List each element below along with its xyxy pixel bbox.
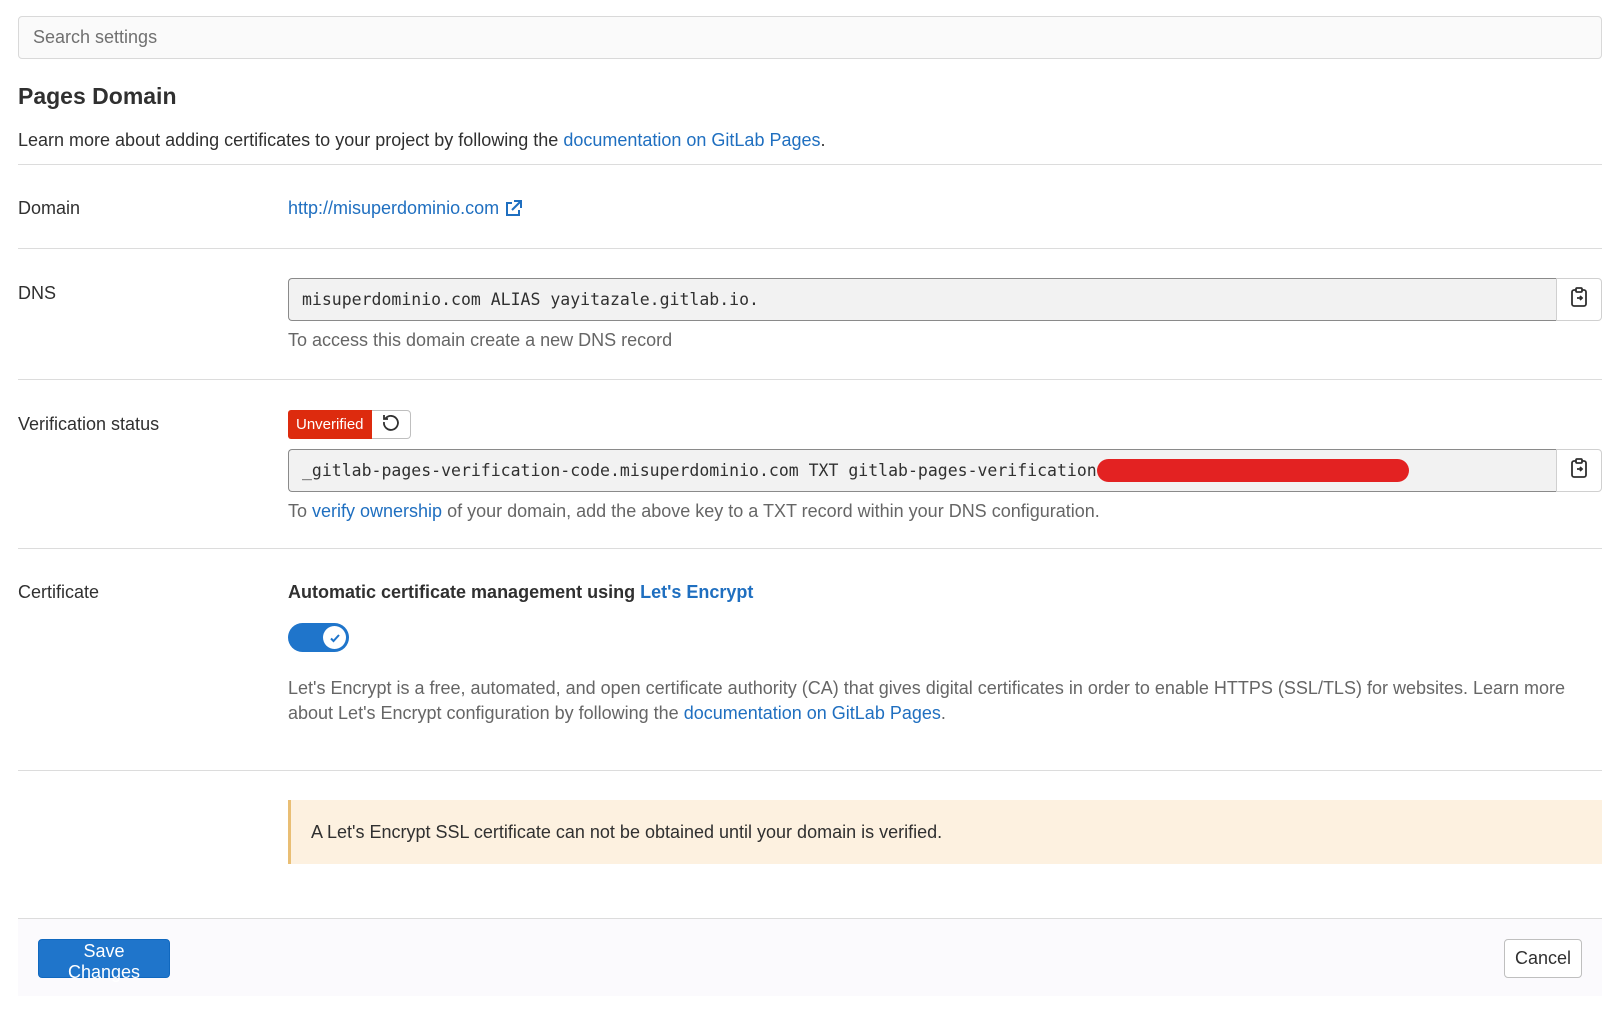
lets-encrypt-link[interactable]: Let's Encrypt (640, 582, 753, 602)
intro-docs-link[interactable]: documentation on GitLab Pages (563, 130, 820, 150)
save-changes-button[interactable]: Save Changes (38, 939, 170, 982)
certificate-description: Let's Encrypt is a free, automated, and … (288, 676, 1602, 726)
auto-ssl-toggle[interactable] (288, 623, 349, 652)
check-icon (323, 626, 346, 649)
verification-input-group: _gitlab-pages-verification-code.misuperd… (288, 449, 1602, 492)
verification-help-text: To verify ownership of your domain, add … (288, 501, 1602, 522)
domain-row: Domain http://misuperdominio.com (18, 164, 1602, 248)
cancel-button[interactable]: Cancel (1504, 939, 1582, 978)
domain-link[interactable]: http://misuperdominio.com (288, 198, 523, 219)
domain-url: http://misuperdominio.com (288, 198, 500, 218)
copy-verification-button[interactable] (1556, 449, 1602, 492)
verification-record-text: _gitlab-pages-verification-code.misuperd… (302, 461, 1157, 480)
clipboard-icon (1570, 458, 1588, 483)
copy-dns-button[interactable] (1556, 278, 1602, 321)
intro-text: Learn more about adding certificates to … (18, 130, 1602, 164)
verification-help-suffix: of your domain, add the above key to a T… (442, 501, 1100, 521)
retry-verification-button[interactable] (371, 409, 411, 439)
certificate-title: Automatic certificate management using L… (288, 582, 1602, 603)
retry-icon (381, 412, 401, 437)
external-link-icon (503, 199, 523, 219)
settings-page: Pages Domain Learn more about adding cer… (18, 16, 1602, 996)
verification-help-prefix: To (288, 501, 313, 521)
ssl-warning-text: A Let's Encrypt SSL certificate can not … (311, 821, 943, 842)
unverified-badge: Unverified (288, 409, 372, 439)
verification-label: Verification status (18, 414, 160, 434)
certificate-description-suffix: . (940, 703, 946, 723)
intro-text-suffix: . (820, 130, 826, 150)
dns-label: DNS (18, 283, 57, 303)
verification-status: Unverified (288, 409, 1602, 439)
verify-ownership-link[interactable]: verify ownership (312, 501, 442, 521)
certificate-label: Certificate (18, 582, 100, 602)
form-footer: Save Changes Cancel (18, 918, 1602, 996)
dns-help-text: To access this domain create a new DNS r… (288, 330, 673, 350)
ssl-warning-alert: A Let's Encrypt SSL certificate can not … (288, 800, 1602, 864)
certificate-title-prefix: Automatic certificate management using (288, 582, 641, 602)
page-title: Pages Domain (18, 83, 177, 109)
clipboard-icon (1570, 287, 1588, 312)
intro-text-prefix: Learn more about adding certificates to … (18, 130, 564, 150)
dns-row: DNS misuperdominio.com ALIAS yayitazale.… (18, 248, 1602, 379)
dns-input-group: misuperdominio.com ALIAS yayitazale.gitl… (288, 278, 1602, 321)
domain-label: Domain (18, 198, 81, 218)
verification-record-input[interactable]: _gitlab-pages-verification-code.misuperd… (288, 449, 1556, 492)
search-input[interactable] (18, 16, 1602, 59)
certificate-row: Certificate Automatic certificate manage… (18, 548, 1602, 770)
alert-row: A Let's Encrypt SSL certificate can not … (18, 770, 1602, 914)
certificate-docs-link[interactable]: documentation on GitLab Pages (684, 703, 941, 723)
redaction-mark (1097, 459, 1409, 482)
dns-record-input[interactable]: misuperdominio.com ALIAS yayitazale.gitl… (288, 278, 1556, 321)
verification-row: Verification status Unverified _gitlab-p… (18, 379, 1602, 548)
